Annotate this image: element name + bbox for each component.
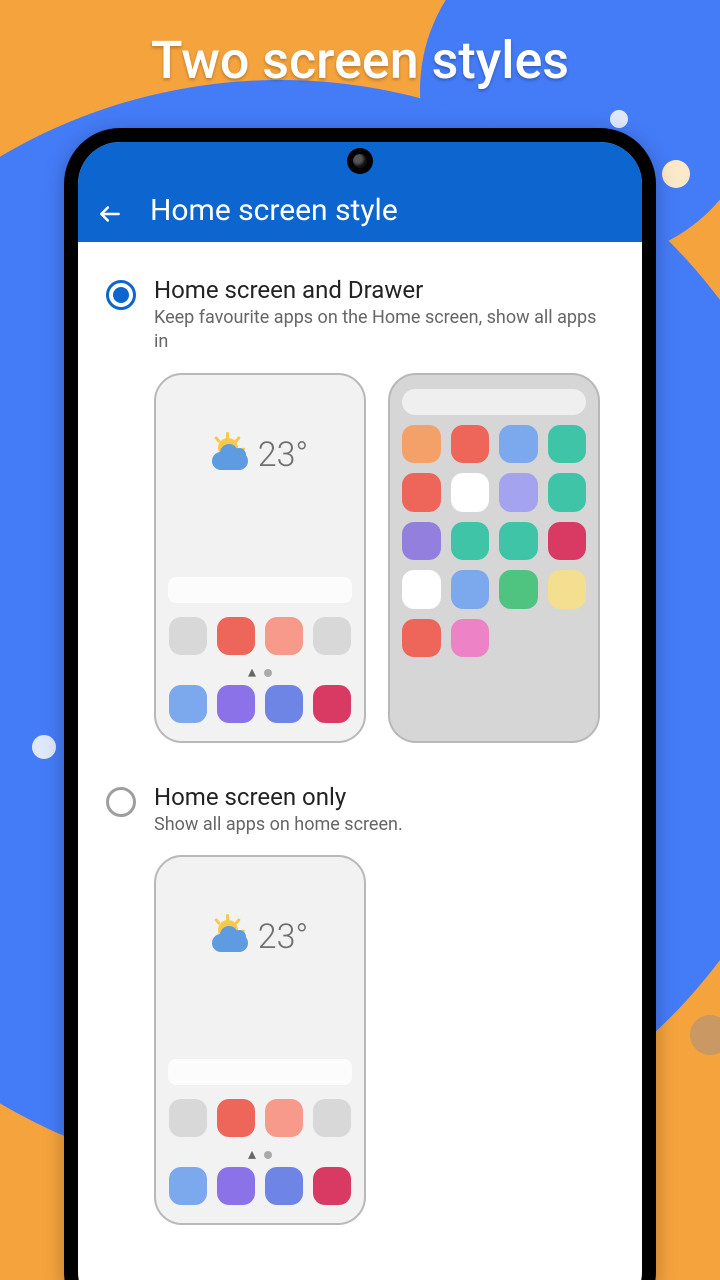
dock-row [168, 1167, 352, 1205]
app-icon [548, 522, 587, 561]
search-bar-placeholder [168, 1059, 352, 1085]
option-home-only[interactable]: Home screen only Show all apps on home s… [106, 783, 614, 837]
app-icon [402, 522, 441, 561]
drawer-search-bar [402, 389, 586, 415]
preview-home-screen: 23° [154, 373, 366, 743]
app-icon [499, 570, 538, 609]
back-button[interactable] [96, 200, 124, 228]
option-title: Home screen and Drawer [154, 276, 614, 304]
option-title: Home screen only [154, 783, 403, 811]
app-icon [451, 570, 490, 609]
app-icon [548, 473, 587, 512]
decor-dot [662, 160, 690, 188]
temperature-value: 23° [258, 435, 309, 475]
options-list: Home screen and Drawer Keep favourite ap… [78, 242, 642, 1280]
decor-dot [610, 110, 628, 128]
app-icon [265, 1167, 303, 1205]
weather-icon [212, 438, 252, 472]
preview-home-screen: 23° [154, 855, 366, 1225]
radio-unselected-icon [106, 787, 136, 817]
weather-widget: 23° [168, 435, 352, 475]
search-bar-placeholder [168, 577, 352, 603]
app-row [168, 617, 352, 655]
page-indicator [168, 1151, 352, 1159]
arrow-left-icon [97, 201, 123, 227]
phone-frame: Home screen style Home screen and Drawer… [64, 128, 656, 1280]
app-icon [217, 617, 255, 655]
app-icon [313, 1099, 351, 1137]
app-icon [169, 685, 207, 723]
app-icon [313, 1167, 351, 1205]
app-icon [402, 570, 441, 609]
app-row [168, 1099, 352, 1137]
app-icon [451, 619, 490, 658]
app-icon [169, 1099, 207, 1137]
app-icon [548, 570, 587, 609]
app-icon [402, 425, 441, 464]
option-previews: 23° [106, 855, 614, 1225]
app-icon [499, 522, 538, 561]
dock-row [168, 685, 352, 723]
app-icon [451, 522, 490, 561]
phone-camera [347, 148, 373, 174]
radio-selected-icon [106, 280, 136, 310]
app-icon [402, 619, 441, 658]
app-icon [499, 425, 538, 464]
app-icon [217, 685, 255, 723]
decor-dot [32, 735, 56, 759]
app-icon [313, 617, 351, 655]
option-previews: 23° [106, 373, 614, 743]
drawer-grid [402, 425, 586, 658]
page-indicator [168, 669, 352, 677]
app-icon [217, 1167, 255, 1205]
app-icon [548, 425, 587, 464]
app-icon [169, 1167, 207, 1205]
promo-backdrop: Two screen styles Home screen style Home… [0, 0, 720, 1280]
app-icon [451, 425, 490, 464]
app-icon [451, 473, 490, 512]
weather-icon [212, 920, 252, 954]
app-icon [313, 685, 351, 723]
temperature-value: 23° [258, 917, 309, 957]
preview-app-drawer [388, 373, 600, 743]
decor-dot [690, 1015, 720, 1055]
app-icon [169, 617, 207, 655]
option-description: Show all apps on home screen. [154, 813, 403, 837]
app-icon [265, 685, 303, 723]
option-home-and-drawer[interactable]: Home screen and Drawer Keep favourite ap… [106, 276, 614, 355]
app-icon [499, 473, 538, 512]
app-icon [402, 473, 441, 512]
option-description: Keep favourite apps on the Home screen, … [154, 306, 614, 355]
phone-screen: Home screen style Home screen and Drawer… [78, 142, 642, 1280]
app-icon [217, 1099, 255, 1137]
promo-title: Two screen styles [0, 30, 720, 91]
page-title: Home screen style [150, 193, 398, 228]
app-icon [265, 1099, 303, 1137]
app-icon [265, 617, 303, 655]
weather-widget: 23° [168, 917, 352, 957]
